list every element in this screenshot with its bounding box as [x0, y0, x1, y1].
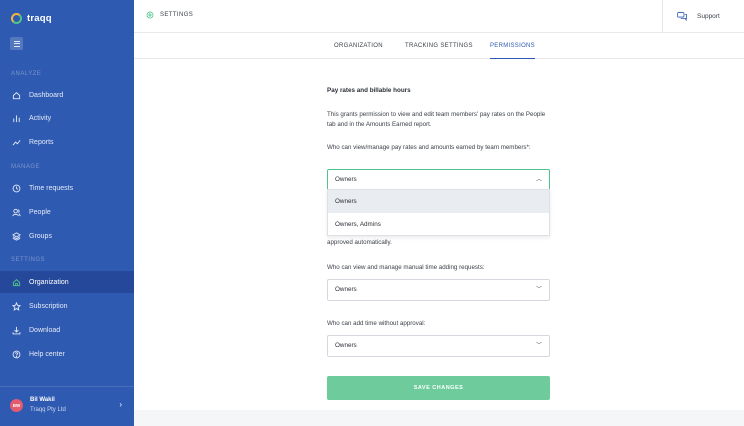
avatar: BW	[10, 399, 23, 412]
pay-rates-dropdown: Owners Owners, Admins	[327, 189, 550, 236]
main-content: Pay rates and billable hours This grants…	[134, 59, 744, 410]
dropdown-option-owners[interactable]: Owners	[328, 190, 549, 213]
sidebar-item-label: Groups	[29, 232, 52, 240]
select-value: Owners	[335, 342, 357, 349]
sidebar-item-dashboard[interactable]: Dashboard	[0, 84, 134, 106]
select-value: Owners	[335, 286, 357, 293]
star-icon	[12, 301, 21, 311]
users-icon	[12, 208, 21, 217]
tab-tracking-settings[interactable]: TRACKING SETTINGS	[405, 33, 473, 59]
download-icon	[12, 326, 21, 335]
help-icon	[12, 350, 21, 359]
section-description: This grants permission to view and edit …	[327, 111, 546, 128]
app-name: traqq	[27, 12, 52, 24]
breadcrumb: SETTINGS	[146, 11, 193, 19]
sidebar-item-activity[interactable]: Activity	[0, 107, 134, 129]
sidebar-item-label: Dashboard	[29, 91, 64, 99]
sidebar-item-organization[interactable]: Organization	[0, 271, 134, 293]
building-icon	[12, 278, 21, 287]
sidebar-item-label: Subscription	[29, 302, 68, 310]
support-label: Support	[697, 12, 720, 20]
topbar: SETTINGS Support	[134, 0, 744, 33]
add-time-select[interactable]: Owners ﹀	[327, 335, 550, 357]
section-title: Pay rates and billable hours	[327, 87, 411, 94]
sidebar-item-download[interactable]: Download	[0, 319, 134, 341]
sidebar-item-label: Download	[29, 326, 61, 334]
home-icon	[12, 91, 21, 100]
sidebar-item-reports[interactable]: Reports	[0, 131, 134, 153]
partial-description: approved automatically.	[327, 239, 392, 246]
manual-time-select[interactable]: Owners ﹀	[327, 279, 550, 301]
sidebar: traqq ANALYZE Dashboard Activity Reports…	[0, 0, 134, 426]
chevron-down-icon: ﹀	[535, 287, 542, 293]
breadcrumb-label: SETTINGS	[160, 12, 194, 18]
dropdown-option-owners-admins[interactable]: Owners, Admins	[328, 213, 549, 236]
sidebar-item-label: Time requests	[29, 184, 74, 192]
sidebar-item-label: Organization	[29, 278, 69, 286]
tab-permissions[interactable]: PERMISSIONS	[490, 33, 535, 59]
user-name: Bil Wakil	[30, 397, 55, 403]
chevron-right-icon[interactable]: ›	[119, 400, 122, 409]
user-menu[interactable]: BW Bil Wakil Traqq Pty Ltd ›	[0, 386, 134, 426]
trend-icon	[12, 138, 21, 147]
chat-icon	[677, 11, 687, 21]
question-manual-time: Who can view and manage manual time addi…	[327, 264, 485, 271]
chevron-up-icon: ︿	[535, 177, 542, 183]
sidebar-item-label: Activity	[29, 114, 52, 122]
section-label-manage: MANAGE	[11, 164, 41, 170]
settings-tabs: ORGANIZATION TRACKING SETTINGS PERMISSIO…	[134, 33, 744, 59]
logo-icon	[11, 12, 22, 24]
select-value: Owners	[335, 176, 357, 183]
pay-rates-select[interactable]: Owners ︿	[327, 169, 550, 191]
save-changes-button[interactable]: SAVE CHANGES	[327, 376, 550, 400]
sidebar-item-label: Help center	[29, 350, 65, 358]
question-pay-rates: Who can view/manage pay rates and amount…	[327, 144, 531, 151]
section-label-settings: SETTINGS	[11, 257, 46, 263]
tab-organization[interactable]: ORGANIZATION	[334, 33, 383, 59]
sidebar-item-label: Reports	[29, 138, 54, 146]
bar-chart-icon	[12, 114, 21, 123]
chevron-down-icon: ﹀	[535, 343, 542, 349]
menu-toggle-button[interactable]	[10, 37, 23, 50]
sidebar-item-label: People	[29, 208, 51, 216]
section-label-analyze: ANALYZE	[11, 71, 42, 77]
sidebar-item-people[interactable]: People	[0, 201, 134, 223]
sidebar-item-subscription[interactable]: Subscription	[0, 295, 134, 317]
settings-icon	[146, 11, 154, 19]
support-button[interactable]: Support	[662, 0, 744, 32]
sidebar-item-time-requests[interactable]: Time requests	[0, 177, 134, 199]
clock-icon	[12, 184, 21, 193]
question-add-time: Who can add time without approval:	[327, 320, 426, 327]
app-logo[interactable]: traqq	[11, 11, 52, 25]
sidebar-item-help-center[interactable]: Help center	[0, 343, 134, 365]
user-company: Traqq Pty Ltd	[30, 407, 66, 413]
layers-icon	[12, 231, 21, 241]
sidebar-item-groups[interactable]: Groups	[0, 225, 134, 247]
